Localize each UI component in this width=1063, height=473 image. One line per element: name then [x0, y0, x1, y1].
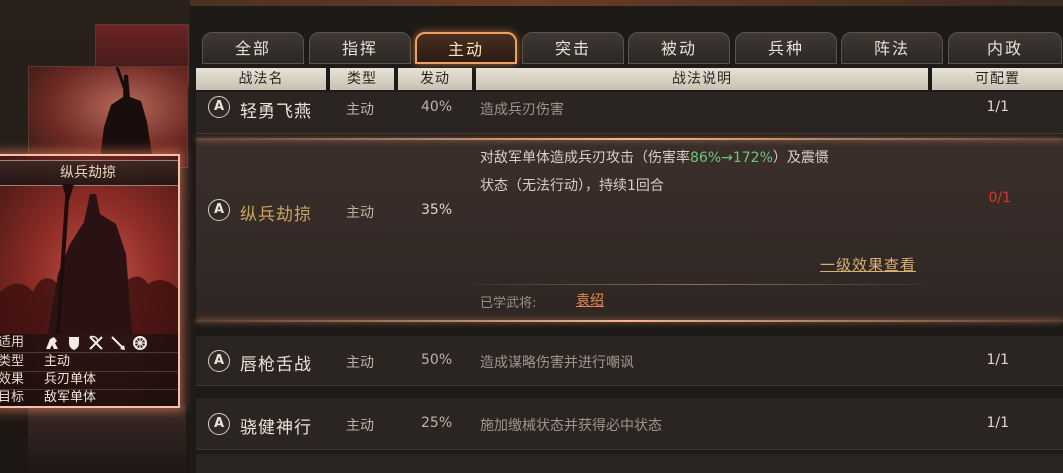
divider: [472, 284, 922, 285]
unit-icon-list: [44, 335, 148, 351]
applicable-label: 适用: [0, 335, 25, 350]
table-row-partial[interactable]: [196, 454, 1063, 473]
learned-generals-label: 已学武将:: [480, 296, 537, 311]
table-row[interactable]: A 轻勇飞燕 主动 40% 造成兵刃伤害 1/1: [196, 92, 1063, 134]
skill-type: 主动: [346, 355, 374, 371]
tab-troop[interactable]: 兵种: [735, 32, 837, 64]
skill-count: 1/1: [986, 99, 1009, 115]
warrior-silhouette-icon: [99, 66, 154, 167]
chariot-icon: [133, 336, 147, 350]
skill-name: 骁健神行: [240, 418, 312, 438]
header-name: 战法名: [196, 68, 326, 90]
warrior-art-icon: [0, 184, 178, 334]
skill-rate: 40%: [421, 99, 453, 115]
skill-rate: 50%: [421, 352, 453, 368]
card-effect-row: 效果 兵刃单体: [0, 371, 178, 390]
effect-value: 兵刃单体: [44, 372, 97, 387]
skill-type: 主动: [346, 205, 374, 221]
type-value: 主动: [44, 354, 71, 369]
card-info: 适用 类型 主动 效果 兵刃单体 目标 敌军单体: [0, 334, 178, 406]
skill-desc: 施加缴械状态并获得必中状态: [480, 418, 662, 434]
card-title: 纵兵劫掠: [0, 160, 178, 186]
learned-general-link[interactable]: 袁绍: [576, 290, 604, 310]
grade-badge: A: [208, 96, 230, 118]
skill-desc-line1: 对敌军单体造成兵刃攻击（伤害率86%→172%）及震慑: [480, 150, 829, 166]
header-desc: 战法说明: [476, 68, 928, 90]
card-thumbnail-next[interactable]: [28, 405, 186, 473]
tab-all[interactable]: 全部: [202, 32, 304, 64]
skill-rate: 25%: [421, 415, 453, 431]
tab-formation[interactable]: 阵法: [841, 32, 943, 64]
tab-internal[interactable]: 内政: [948, 32, 1062, 64]
spear-icon: [111, 336, 125, 350]
skill-count: 1/1: [986, 415, 1009, 431]
skill-desc: 造成兵刃伤害: [480, 102, 564, 118]
grade-badge: A: [208, 350, 230, 372]
selection-glow-top: [196, 138, 1063, 140]
skill-name: 纵兵劫掠: [240, 205, 312, 225]
table-header: 战法名 类型 发动 战法说明 可配置: [196, 68, 1063, 90]
grade-badge: A: [208, 199, 230, 221]
bow-icon: [89, 335, 103, 350]
card-thumbnail-prev[interactable]: [28, 66, 188, 168]
skill-name: 轻勇飞燕: [240, 102, 312, 122]
skill-type: 主动: [346, 102, 374, 118]
type-label: 类型: [0, 354, 25, 369]
tab-passive[interactable]: 被动: [628, 32, 730, 64]
card-applicable-row: 适用: [0, 334, 178, 353]
skill-card[interactable]: 纵兵劫掠 适用 类型 主动 效果 兵刃单体 目标 敌军单体: [0, 154, 180, 408]
category-tabs: 全部 指挥 主动 突击 被动 兵种 阵法 内政: [200, 30, 1063, 66]
skill-type: 主动: [346, 418, 374, 434]
target-value: 敌军单体: [44, 390, 97, 405]
effect-label: 效果: [0, 372, 25, 387]
header-count: 可配置: [932, 68, 1063, 90]
shield-icon: [69, 337, 79, 350]
target-label: 目标: [0, 390, 25, 405]
card-target-row: 目标 敌军单体: [0, 389, 178, 406]
skill-desc: 造成谋略伤害并进行嘲讽: [480, 355, 634, 371]
header-type: 类型: [330, 68, 394, 90]
skill-name: 唇枪舌战: [240, 355, 312, 375]
selection-glow-bottom: [196, 320, 1063, 322]
cavalry-icon: [46, 337, 58, 349]
skill-rate: 35%: [421, 202, 453, 218]
skill-desc: 对敌军单体造成兵刃攻击（伤害率86%→172%）及震慑 状态（无法行动），持续1…: [480, 144, 950, 200]
tab-command[interactable]: 指挥: [309, 32, 411, 64]
table-row-selected[interactable]: A 纵兵劫掠 主动 35% 对敌军单体造成兵刃攻击（伤害率86%→172%）及震…: [196, 138, 1063, 322]
table-row[interactable]: A 骁健神行 主动 25% 施加缴械状态并获得必中状态 1/1: [196, 398, 1063, 450]
skill-desc-line2: 状态（无法行动），持续1回合: [480, 178, 664, 194]
tab-assault[interactable]: 突击: [522, 32, 624, 64]
header-rate: 发动: [398, 68, 472, 90]
damage-rate-value: 86%→172%: [690, 150, 773, 166]
grade-badge: A: [208, 413, 230, 435]
skill-count: 0/1: [988, 190, 1011, 206]
skill-count: 1/1: [986, 352, 1009, 368]
tab-active[interactable]: 主动: [415, 32, 517, 64]
card-type-row: 类型 主动: [0, 353, 178, 372]
level-effect-link[interactable]: 一级效果查看: [820, 254, 916, 275]
table-row[interactable]: A 唇枪舌战 主动 50% 造成谋略伤害并进行嘲讽 1/1: [196, 336, 1063, 386]
